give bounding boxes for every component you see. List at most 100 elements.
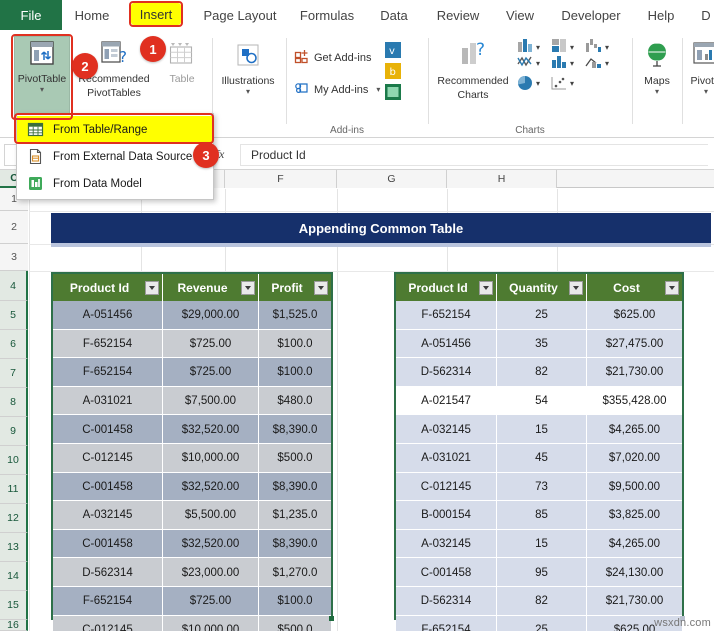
table-cell[interactable]: $8,390.0 xyxy=(259,530,331,559)
table-cell[interactable]: $3,825.00 xyxy=(587,501,682,530)
filter-dropdown-icon[interactable] xyxy=(145,280,159,295)
table-cell[interactable]: C-012145 xyxy=(396,472,497,502)
table-cell[interactable]: $32,520.00 xyxy=(163,472,259,502)
table-row[interactable]: A-032145 15 $4,265.00 xyxy=(396,415,682,444)
table-cell[interactable]: $29,000.00 xyxy=(163,301,259,330)
tab-review[interactable]: Review xyxy=(430,0,486,30)
table-row[interactable]: A-031021 $7,500.00 $480.0 xyxy=(53,386,331,416)
table-cell[interactable]: F-652154 xyxy=(53,358,163,387)
table-cell[interactable]: A-051456 xyxy=(53,301,163,330)
table-cell[interactable]: $500.0 xyxy=(259,616,331,631)
table-row[interactable]: A-032145 15 $4,265.00 xyxy=(396,529,682,559)
table-cell[interactable]: $7,020.00 xyxy=(587,444,682,473)
row-header-3[interactable]: 3 xyxy=(0,244,28,271)
table-row[interactable]: F-652154 $725.00 $100.0 xyxy=(53,586,331,616)
table-cell[interactable]: $27,475.00 xyxy=(587,330,682,359)
row-header-7[interactable]: 7 xyxy=(0,359,28,388)
column-header-h[interactable]: H xyxy=(447,170,557,188)
tab-data[interactable]: Data xyxy=(373,0,415,30)
row-header-8[interactable]: 8 xyxy=(0,388,28,417)
table-row[interactable]: C-001458 $32,520.00 $8,390.0 xyxy=(53,472,331,502)
table-row[interactable]: D-562314 82 $21,730.00 xyxy=(396,358,682,387)
table-cell[interactable]: $4,265.00 xyxy=(587,415,682,444)
filter-dropdown-icon[interactable] xyxy=(241,280,255,295)
tab-draw-partial[interactable]: D xyxy=(697,0,714,30)
table-row[interactable]: C-001458 $32,520.00 $8,390.0 xyxy=(53,415,331,444)
table-cell[interactable]: $32,520.00 xyxy=(163,529,259,559)
tab-formulas[interactable]: Formulas xyxy=(293,0,361,30)
table-cell[interactable]: A-032145 xyxy=(396,415,497,444)
left-excel-table[interactable]: Product Id Revenue Profit A-051456 $29,000.0… xyxy=(51,272,333,631)
table-cell[interactable]: $625.00 xyxy=(587,301,682,330)
row-header-5[interactable]: 5 xyxy=(0,301,28,330)
table-cell[interactable]: B-000154 xyxy=(396,501,497,530)
table-row[interactable]: A-021547 54 $355,428.00 xyxy=(396,386,682,416)
row-header-12[interactable]: 12 xyxy=(0,504,28,533)
tab-insert[interactable]: Insert xyxy=(131,3,181,25)
table-row[interactable]: A-051456 $29,000.00 $1,525.0 xyxy=(53,301,331,330)
row-header-11[interactable]: 11 xyxy=(0,475,28,504)
row-header-2[interactable]: 2 xyxy=(0,211,28,244)
table-cell[interactable]: 45 xyxy=(497,443,587,473)
pivotchart-button[interactable]: PivotC ▾ xyxy=(686,40,714,96)
tab-developer[interactable]: Developer xyxy=(553,0,629,30)
table-cell[interactable]: 95 xyxy=(497,558,587,587)
table-cell[interactable]: A-021547 xyxy=(396,386,497,416)
tab-home[interactable]: Home xyxy=(68,0,116,30)
table-cell[interactable]: $24,130.00 xyxy=(587,558,682,587)
table-cell[interactable]: A-031021 xyxy=(53,386,163,416)
column-header-g[interactable]: G xyxy=(337,170,447,188)
column-header-cell[interactable]: Cost xyxy=(587,274,682,301)
table-cell[interactable]: 54 xyxy=(497,386,587,416)
table-cell[interactable]: 25 xyxy=(497,615,587,631)
column-header-cell[interactable]: Revenue xyxy=(163,274,259,301)
table-cell[interactable]: 82 xyxy=(497,586,587,616)
table-cell[interactable]: $10,000.00 xyxy=(163,443,259,473)
table-cell[interactable]: $100.0 xyxy=(259,587,331,616)
pivotchart-chevron-down-icon[interactable]: ▾ xyxy=(704,88,708,96)
left-table-resize-handle[interactable] xyxy=(329,616,334,621)
table-cell[interactable]: C-001458 xyxy=(53,529,163,559)
filter-dropdown-icon[interactable] xyxy=(479,280,493,295)
maps-chevron-down-icon[interactable]: ▾ xyxy=(655,88,659,96)
table-cell[interactable]: A-032145 xyxy=(53,501,163,530)
table-cell[interactable]: $725.00 xyxy=(163,586,259,616)
table-cell[interactable]: 15 xyxy=(497,415,587,444)
row-header-14[interactable]: 14 xyxy=(0,562,28,591)
tab-page-layout[interactable]: Page Layout xyxy=(196,0,284,30)
table-cell[interactable]: $1,525.0 xyxy=(259,301,331,330)
table-row[interactable]: B-000154 85 $3,825.00 xyxy=(396,501,682,530)
table-cell[interactable]: $5,500.00 xyxy=(163,501,259,530)
table-cell[interactable]: F-652154 xyxy=(53,586,163,616)
table-cell[interactable]: 25 xyxy=(497,301,587,330)
table-row[interactable]: A-032145 $5,500.00 $1,235.0 xyxy=(53,501,331,530)
table-cell[interactable]: $1,235.0 xyxy=(259,501,331,530)
pivottable-button[interactable]: PivotTable ▾ xyxy=(14,38,70,94)
row-header-13[interactable]: 13 xyxy=(0,533,28,562)
table-cell[interactable]: F-652154 xyxy=(396,615,497,631)
row-header-16[interactable]: 16 xyxy=(0,619,28,631)
table-cell[interactable]: $21,730.00 xyxy=(587,358,682,387)
table-cell[interactable]: 15 xyxy=(497,529,587,559)
table-cell[interactable]: $10,000.00 xyxy=(163,615,259,631)
table-cell[interactable]: C-012145 xyxy=(53,615,163,631)
pivottable-dropdown-menu[interactable]: From Table/Range From External Data Sour… xyxy=(16,113,214,200)
table-row[interactable]: C-001458 $32,520.00 $8,390.0 xyxy=(53,529,331,559)
table-cell[interactable]: $355,428.00 xyxy=(587,387,682,416)
menu-item-from-table-range[interactable]: From Table/Range xyxy=(17,116,213,143)
column-header-cell[interactable]: Product Id xyxy=(396,274,497,301)
table-cell[interactable]: C-001458 xyxy=(53,415,163,444)
table-cell[interactable]: $23,000.00 xyxy=(163,558,259,587)
table-row[interactable]: C-012145 73 $9,500.00 xyxy=(396,472,682,502)
row-header-10[interactable]: 10 xyxy=(0,446,28,475)
table-row[interactable]: F-652154 $725.00 $100.0 xyxy=(53,329,331,359)
column-header-f[interactable]: F xyxy=(225,170,337,188)
illustrations-chevron-down-icon[interactable]: ▾ xyxy=(246,88,250,96)
column-header-cell[interactable]: Quantity xyxy=(497,274,587,301)
table-cell[interactable]: $7,500.00 xyxy=(163,386,259,416)
table-cell[interactable]: D-562314 xyxy=(396,358,497,387)
table-row[interactable]: C-012145 $10,000.00 $500.0 xyxy=(53,615,331,631)
table-cell[interactable]: 82 xyxy=(497,358,587,387)
table-cell[interactable]: A-051456 xyxy=(396,329,497,359)
table-cell[interactable]: $1,270.0 xyxy=(259,558,331,587)
